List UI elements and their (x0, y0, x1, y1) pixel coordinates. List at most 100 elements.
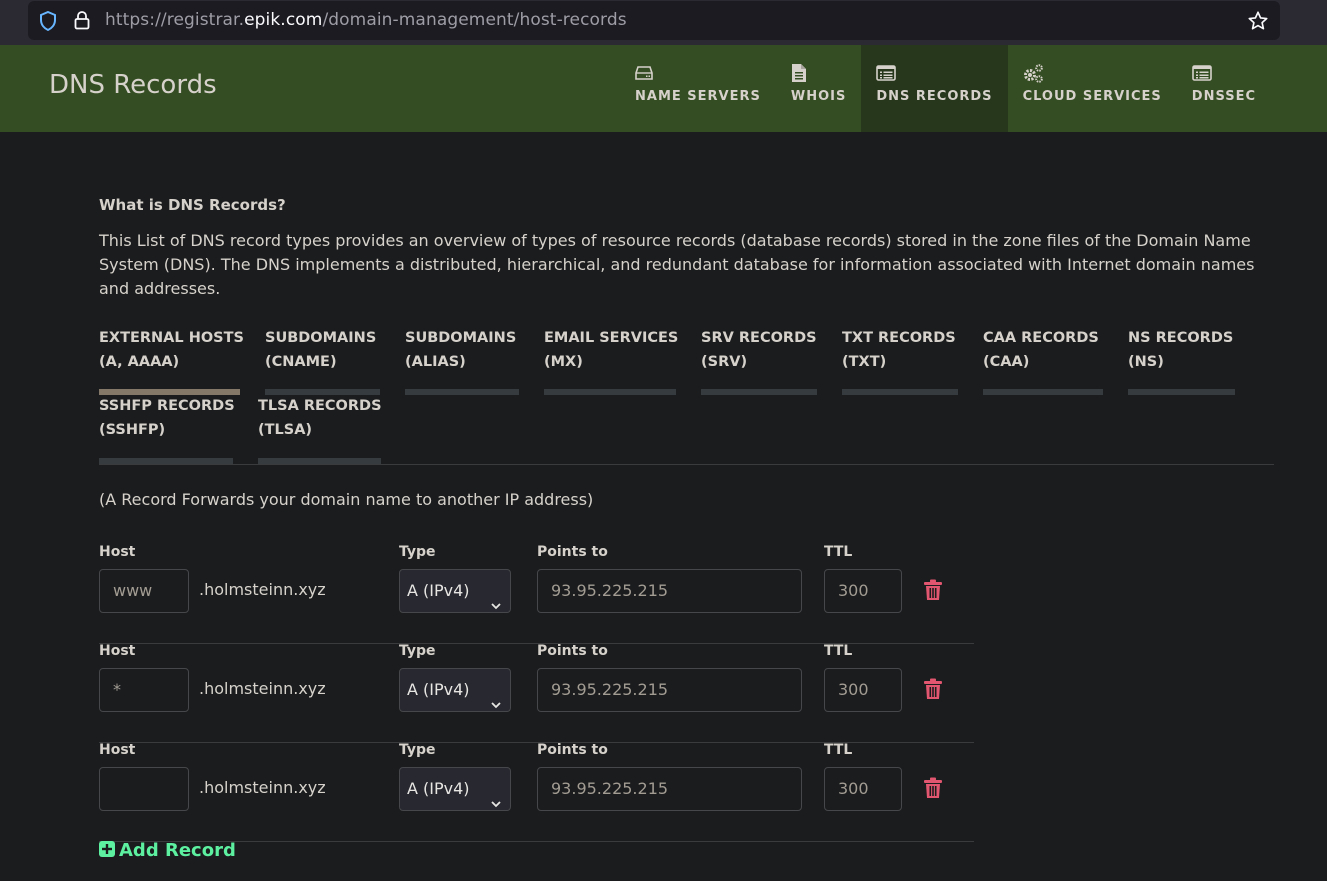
points-to-label: Points to (537, 742, 608, 758)
page-title: DNS Records (49, 70, 217, 100)
chevron-down-icon (490, 585, 502, 627)
intro-title: What is DNS Records? (99, 196, 286, 214)
page-header: DNS Records NAME SERVERS WHOIS DNS RECOR… (0, 45, 1327, 132)
tab-caa-records[interactable]: CAA RECORDS (CAA) (983, 330, 1103, 395)
list-window-icon (1191, 63, 1256, 83)
tab-label: SUBDOMAINS (405, 330, 517, 346)
add-record-button[interactable]: Add Record (99, 840, 236, 861)
tab-sublabel: (MX) (544, 354, 583, 370)
tab-ns-records[interactable]: NS RECORDS (NS) (1128, 330, 1235, 395)
domain-suffix: .holmsteinn.xyz (199, 778, 326, 797)
type-label: Type (399, 643, 436, 659)
host-label: Host (99, 643, 136, 659)
tab-sublabel: (A, AAAA) (99, 354, 180, 370)
tab-sshfp-records[interactable]: SSHFP RECORDS (SSHFP) (99, 398, 235, 464)
tab-subdomains-cname[interactable]: SUBDOMAINS (CNAME) (265, 330, 380, 395)
ttl-input[interactable]: 300 (824, 569, 902, 613)
domain-suffix: .holmsteinn.xyz (199, 580, 326, 599)
nav-dnssec[interactable]: DNSSEC (1177, 45, 1271, 132)
type-label: Type (399, 544, 436, 560)
points-to-label: Points to (537, 544, 608, 560)
tab-sublabel: (TLSA) (258, 422, 313, 438)
chevron-down-icon (490, 684, 502, 726)
tab-sublabel: (CNAME) (265, 354, 337, 370)
type-select[interactable]: A (IPv4) (399, 569, 511, 613)
tab-subdomains-alias[interactable]: SUBDOMAINS (ALIAS) (405, 330, 519, 395)
tab-label: TXT RECORDS (842, 330, 956, 346)
points-to-input[interactable]: 93.95.225.215 (537, 767, 802, 811)
url-text[interactable]: https://registrar.epik.com/domain-manage… (105, 10, 627, 30)
points-to-input[interactable]: 93.95.225.215 (537, 569, 802, 613)
tab-txt-records[interactable]: TXT RECORDS (TXT) (842, 330, 958, 395)
intro-description: This List of DNS record types provides a… (99, 231, 1255, 298)
tab-external-hosts[interactable]: EXTERNAL HOSTS (A, AAAA) (99, 330, 244, 395)
nav-name-servers[interactable]: NAME SERVERS (620, 45, 776, 132)
tab-sublabel: (ALIAS) (405, 354, 466, 370)
trash-icon[interactable] (923, 579, 943, 605)
nav-dns-records[interactable]: DNS RECORDS (861, 45, 1008, 132)
nav-label: DNS RECORDS (876, 89, 993, 104)
host-input[interactable]: www (99, 569, 189, 613)
tab-label: SUBDOMAINS (265, 330, 377, 346)
plus-square-icon (99, 840, 115, 861)
nav-label: NAME SERVERS (635, 89, 761, 104)
host-input[interactable]: * (99, 668, 189, 712)
tab-indicator (405, 389, 519, 395)
tab-indicator (265, 389, 380, 395)
points-to-input[interactable]: 93.95.225.215 (537, 668, 802, 712)
type-select[interactable]: A (IPv4) (399, 668, 511, 712)
record-row: Host www .holmsteinn.xyz Type A (IPv4) P… (99, 544, 974, 644)
trash-icon[interactable] (923, 678, 943, 704)
tab-srv-records[interactable]: SRV RECORDS (SRV) (701, 330, 817, 395)
tab-indicator (983, 389, 1103, 395)
gears-icon (1023, 63, 1162, 83)
tab-indicator (99, 389, 240, 395)
tab-sublabel: (TXT) (842, 354, 887, 370)
tab-label: SSHFP RECORDS (99, 398, 235, 414)
record-description: (A Record Forwards your domain name to a… (99, 490, 594, 509)
ttl-label: TTL (824, 742, 853, 758)
tab-sublabel: (SSHFP) (99, 422, 166, 438)
type-select[interactable]: A (IPv4) (399, 767, 511, 811)
tab-sublabel: (CAA) (983, 354, 1030, 370)
record-row: Host .holmsteinn.xyz Type A (IPv4) Point… (99, 742, 974, 842)
tab-label: EXTERNAL HOSTS (99, 330, 244, 346)
browser-toolbar: https://registrar.epik.com/domain-manage… (0, 0, 1327, 45)
ttl-input[interactable]: 300 (824, 668, 902, 712)
intro-section: What is DNS Records? This List of DNS re… (99, 190, 1274, 301)
type-value: A (IPv4) (407, 581, 470, 600)
trash-icon[interactable] (923, 777, 943, 803)
tab-label: NS RECORDS (1128, 330, 1234, 346)
type-value: A (IPv4) (407, 680, 470, 699)
tab-sublabel: (NS) (1128, 354, 1164, 370)
nav-cloud-services[interactable]: CLOUD SERVICES (1008, 45, 1177, 132)
domain-suffix: .holmsteinn.xyz (199, 679, 326, 698)
ttl-label: TTL (824, 643, 853, 659)
lock-icon[interactable] (74, 10, 90, 34)
ttl-input[interactable]: 300 (824, 767, 902, 811)
type-value: A (IPv4) (407, 779, 470, 798)
hard-drive-icon (635, 63, 761, 83)
nav-whois[interactable]: WHOIS (776, 45, 861, 132)
add-record-label: Add Record (119, 840, 236, 861)
tab-tlsa-records[interactable]: TLSA RECORDS (TLSA) (258, 398, 382, 464)
tab-indicator (701, 389, 817, 395)
shield-icon[interactable] (39, 10, 57, 35)
star-icon[interactable] (1247, 10, 1269, 36)
address-bar[interactable]: https://registrar.epik.com/domain-manage… (28, 1, 1280, 40)
nav-label: WHOIS (790, 89, 847, 104)
type-label: Type (399, 742, 436, 758)
tab-indicator (544, 389, 676, 395)
tab-label: SRV RECORDS (701, 330, 817, 346)
tab-sublabel: (SRV) (701, 354, 748, 370)
nav-label: DNSSEC (1191, 89, 1257, 104)
tab-label: EMAIL SERVICES (544, 330, 679, 346)
tab-indicator (258, 458, 381, 464)
ttl-label: TTL (824, 544, 853, 560)
host-input[interactable] (99, 767, 189, 811)
host-label: Host (99, 742, 136, 758)
points-to-label: Points to (537, 643, 608, 659)
tab-email-services[interactable]: EMAIL SERVICES (MX) (544, 330, 679, 395)
tab-indicator (99, 458, 233, 464)
top-nav: NAME SERVERS WHOIS DNS RECORDS CLOUD SER… (620, 45, 1271, 132)
